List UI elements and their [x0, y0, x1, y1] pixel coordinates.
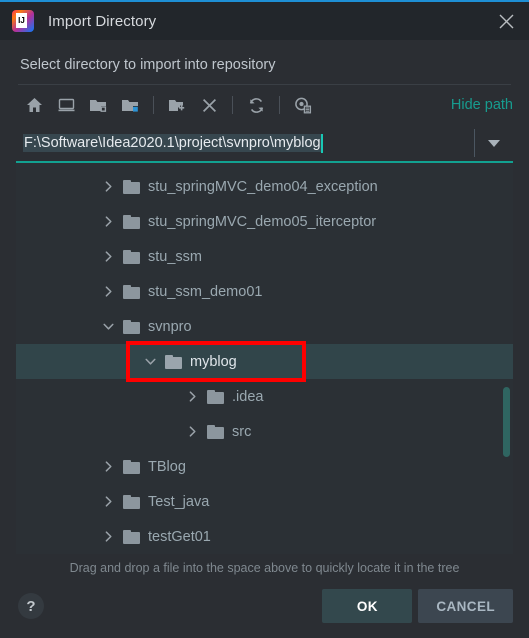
- import-directory-dialog: IJ Import Directory Select directory to …: [0, 0, 529, 638]
- tree-scrollbar[interactable]: [503, 387, 510, 457]
- tree-row[interactable]: stu_springMVC_demo05_iterceptor: [16, 204, 513, 239]
- footer-buttons: OK CANCEL: [322, 589, 513, 623]
- chevron-right-icon[interactable]: [184, 389, 200, 405]
- tree-row[interactable]: TBlog: [16, 449, 513, 484]
- chevron-right-icon[interactable]: [184, 424, 200, 440]
- tree-row[interactable]: myblog: [16, 344, 513, 379]
- project-folder-icon[interactable]: [82, 90, 114, 120]
- toolbar-divider-3: [279, 96, 280, 114]
- cancel-button[interactable]: CANCEL: [418, 589, 513, 623]
- directory-tree[interactable]: stu_springMVC_demo04_exception stu_spring…: [16, 163, 513, 554]
- chevron-right-icon[interactable]: [100, 284, 116, 300]
- intellij-idea-icon: IJ: [12, 10, 34, 32]
- ok-button[interactable]: OK: [322, 589, 413, 623]
- chevron-down-icon: [488, 139, 500, 147]
- tree-row[interactable]: src: [16, 414, 513, 449]
- tree-row-label: stu_springMVC_demo05_iterceptor: [148, 213, 377, 230]
- folder-icon: [165, 354, 182, 369]
- tree-row-label: testGet01: [148, 528, 211, 545]
- chevron-right-icon[interactable]: [100, 249, 116, 265]
- folder-icon: [123, 459, 140, 474]
- tree-row-label: svnpro: [148, 318, 192, 335]
- tree-row[interactable]: svnpro: [16, 309, 513, 344]
- text-caret: [320, 133, 323, 153]
- toolbar-divider-2: [232, 96, 233, 114]
- tree-row[interactable]: stu_ssm: [16, 239, 513, 274]
- tree-row-label: TBlog: [148, 458, 186, 475]
- tree-row[interactable]: Test_java: [16, 484, 513, 519]
- tree-row-label: stu_ssm: [148, 248, 202, 265]
- help-button[interactable]: ?: [18, 593, 44, 619]
- folder-icon: [123, 284, 140, 299]
- chevron-down-icon[interactable]: [142, 354, 158, 370]
- tree-row[interactable]: .idea: [16, 379, 513, 414]
- file-chooser-toolbar: Hide path: [0, 85, 529, 125]
- drag-drop-hint: Drag and drop a file into the space abov…: [69, 561, 460, 575]
- folder-icon: [123, 319, 140, 334]
- tree-row-label: stu_springMVC_demo04_exception: [148, 178, 378, 195]
- chevron-right-icon[interactable]: [100, 459, 116, 475]
- dialog-body: Select directory to import into reposito…: [0, 40, 529, 638]
- close-icon[interactable]: [483, 2, 529, 40]
- chevron-right-icon[interactable]: [100, 529, 116, 545]
- chevron-right-icon[interactable]: [100, 214, 116, 230]
- tree-row[interactable]: stu_ssm_demo01: [16, 274, 513, 309]
- path-history-dropdown[interactable]: [475, 125, 513, 161]
- tree-row-label: myblog: [190, 353, 237, 370]
- refresh-icon[interactable]: [240, 90, 272, 120]
- delete-icon[interactable]: [193, 90, 225, 120]
- folder-icon: [123, 494, 140, 509]
- toolbar-divider-1: [153, 96, 154, 114]
- tree-row-label: src: [232, 423, 252, 440]
- chevron-right-icon[interactable]: [100, 179, 116, 195]
- folder-icon: [123, 179, 140, 194]
- module-folder-icon[interactable]: [114, 90, 146, 120]
- dialog-footer: ? OK CANCEL: [0, 582, 529, 638]
- window-title: Import Directory: [48, 12, 157, 30]
- home-icon[interactable]: [18, 90, 50, 120]
- path-input-value: F:\Software\Idea2020.1\project\svnpro\my…: [23, 134, 321, 152]
- folder-icon: [123, 214, 140, 229]
- desktop-icon[interactable]: [50, 90, 82, 120]
- chevron-right-icon[interactable]: [100, 494, 116, 510]
- folder-icon: [123, 249, 140, 264]
- tree-row[interactable]: stu_springMVC_demo04_exception: [16, 169, 513, 204]
- new-folder-icon[interactable]: [161, 90, 193, 120]
- tree-row-label: stu_ssm_demo01: [148, 283, 263, 300]
- path-input[interactable]: F:\Software\Idea2020.1\project\svnpro\my…: [16, 125, 474, 161]
- folder-icon: [123, 529, 140, 544]
- path-field-row: F:\Software\Idea2020.1\project\svnpro\my…: [16, 125, 513, 161]
- tree-row-label: Test_java: [148, 493, 210, 510]
- folder-icon: [207, 424, 224, 439]
- app-icon-label: IJ: [18, 16, 25, 25]
- chevron-down-icon[interactable]: [100, 319, 116, 335]
- hide-path-link[interactable]: Hide path: [451, 97, 513, 113]
- folder-icon: [207, 389, 224, 404]
- dialog-subtitle: Select directory to import into reposito…: [20, 57, 276, 73]
- tree-row-label: .idea: [232, 388, 264, 405]
- tree-row[interactable]: testGet01: [16, 519, 513, 554]
- show-hidden-icon[interactable]: [287, 90, 319, 120]
- title-bar: IJ Import Directory: [0, 0, 529, 40]
